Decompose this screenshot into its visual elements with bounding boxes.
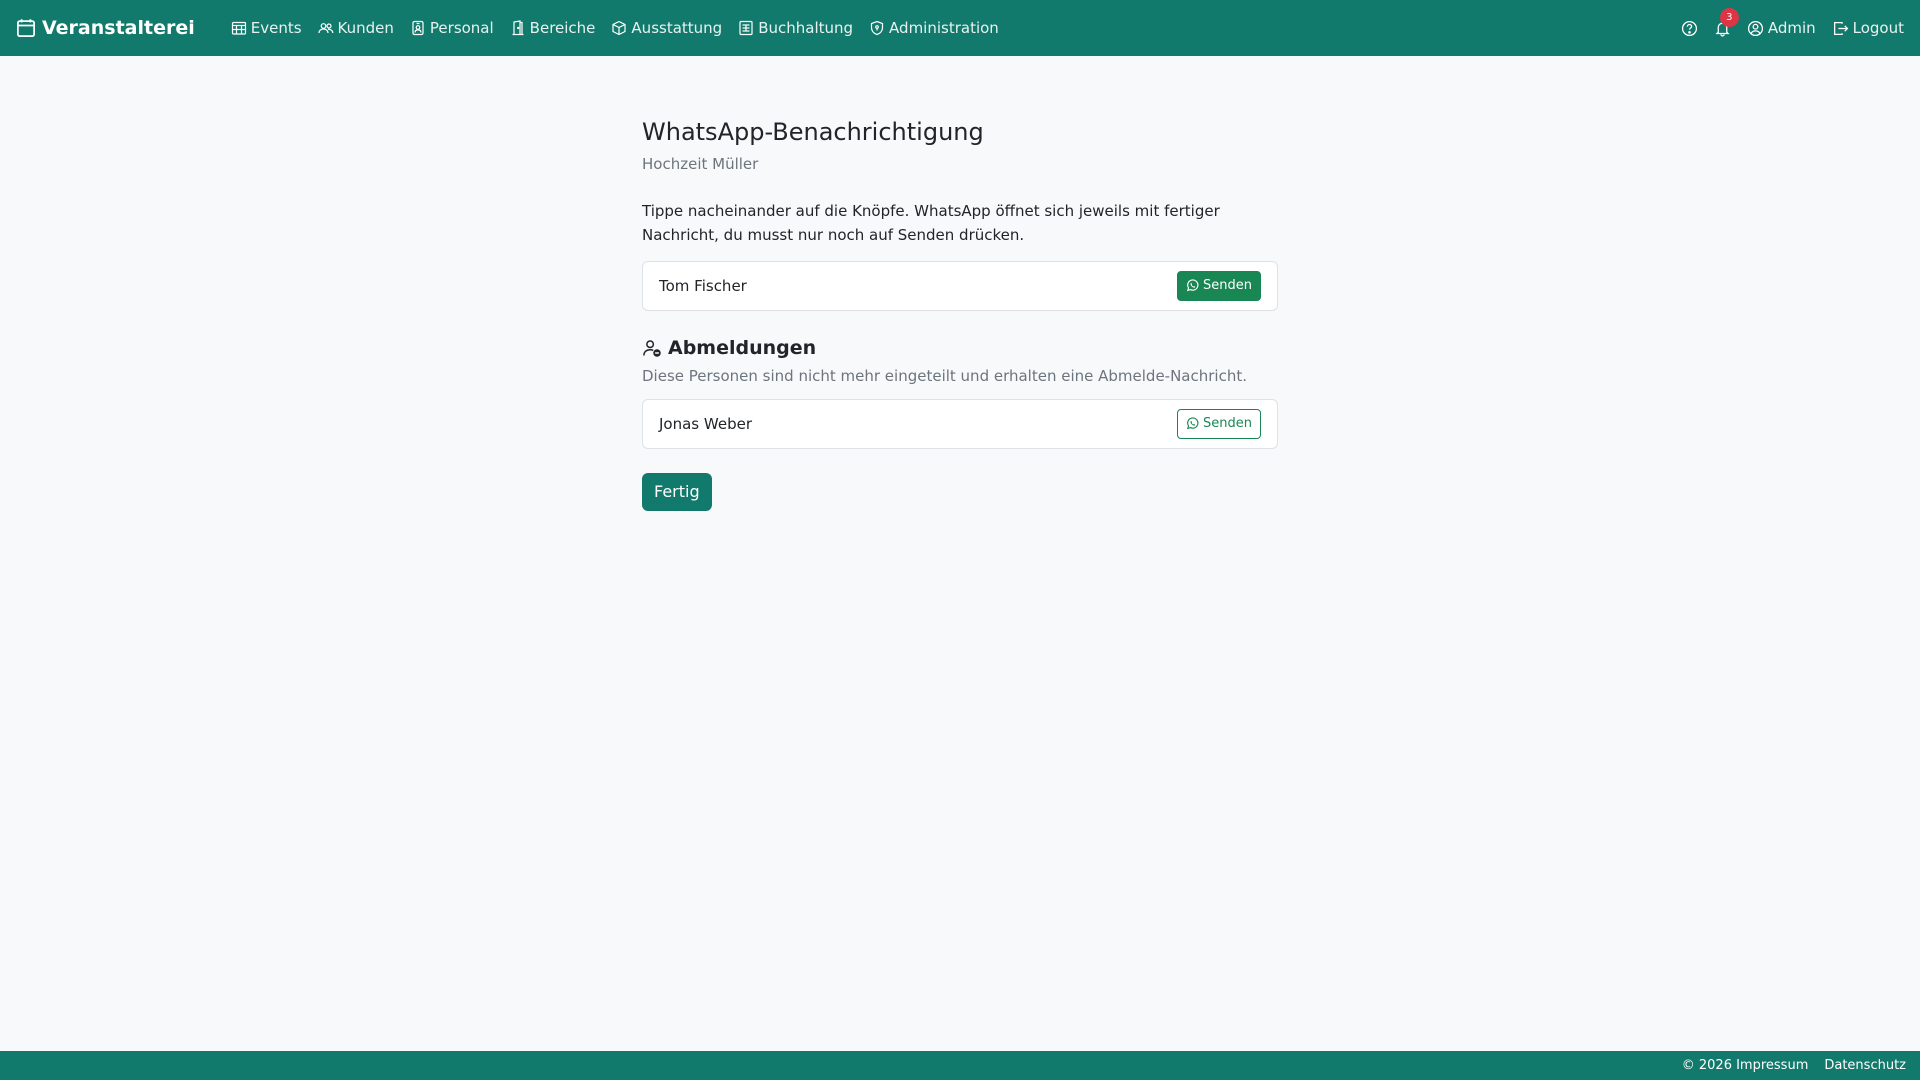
nav-bereiche[interactable]: Bereiche [510, 19, 596, 37]
nav-personal[interactable]: Personal [410, 19, 494, 37]
instructions-text: Tippe nacheinander auf die Knöpfe. Whats… [642, 201, 1220, 244]
people-icon [317, 20, 334, 36]
top-navbar: Veranstalterei Events Kunden Personal Be… [0, 0, 1920, 56]
help-icon[interactable] [1681, 20, 1698, 37]
logout-label: Logout [1852, 19, 1904, 37]
nav-ausstattung-label: Ausstattung [631, 19, 723, 37]
send-button-label: Senden [1203, 278, 1252, 294]
nav-personal-label: Personal [429, 19, 494, 37]
cancellation-row: Jonas Weber Senden [642, 398, 1278, 449]
send-whatsapp-button[interactable]: Senden [1177, 270, 1261, 301]
nav-events[interactable]: Events [231, 19, 302, 37]
nav-buchhaltung-label: Buchhaltung [758, 19, 854, 37]
nav-administration[interactable]: Administration [869, 19, 999, 37]
datenschutz-link[interactable]: Datenschutz [1824, 1058, 1906, 1073]
impressum-link[interactable]: © 2026 Impressum [1682, 1058, 1809, 1073]
cancellations-title: Abmeldungen [668, 336, 817, 359]
nav-buchhaltung[interactable]: Buchhaltung [738, 19, 853, 37]
box-icon [611, 20, 627, 36]
shield-icon [869, 20, 885, 36]
user-label: Admin [1767, 19, 1816, 37]
brand-link[interactable]: Veranstalterei [16, 17, 195, 39]
page-title: WhatsApp-Benachrichtigung [642, 118, 984, 146]
cancellations-heading: Abmeldungen [642, 337, 1278, 359]
main-nav: Events Kunden Personal Bereiche Ausstatt… [231, 19, 999, 37]
ledger-icon [738, 20, 754, 36]
footer: © 2026 Impressum Datenschutz [0, 1051, 1920, 1080]
logout-link[interactable]: Logout [1832, 19, 1904, 37]
send-cancellation-button[interactable]: Senden [1177, 408, 1261, 439]
door-icon [510, 20, 526, 36]
person-dash-icon [642, 338, 662, 358]
main-content: WhatsApp-Benachrichtigung Hochzeit Mülle… [642, 118, 1278, 511]
nav-kunden[interactable]: Kunden [317, 19, 394, 37]
event-name: Hochzeit Müller [642, 154, 759, 173]
whatsapp-icon [1186, 279, 1199, 292]
done-button[interactable]: Fertig [642, 472, 712, 511]
nav-bereiche-label: Bereiche [529, 19, 596, 37]
user-menu[interactable]: Admin [1747, 19, 1816, 37]
brand-name: Veranstalterei [42, 17, 195, 39]
nav-right: 3 Admin Logout [1681, 7, 1904, 37]
recipient-name: Tom Fischer [659, 276, 747, 295]
calendar-grid-icon [231, 20, 247, 36]
cancellation-name: Jonas Weber [659, 414, 752, 433]
recipient-row: Tom Fischer Senden [642, 260, 1278, 311]
calendar-icon [16, 18, 36, 38]
send-cancellation-label: Senden [1203, 416, 1252, 432]
nav-administration-label: Administration [889, 19, 999, 37]
nav-events-label: Events [250, 19, 302, 37]
logout-icon [1832, 20, 1849, 37]
cancellations-description: Diese Personen sind nicht mehr eingeteil… [642, 366, 1247, 385]
notifications-badge: 3 [1719, 7, 1739, 27]
person-badge-icon [410, 20, 426, 36]
notifications-button[interactable]: 3 [1714, 7, 1739, 37]
nav-kunden-label: Kunden [337, 19, 394, 37]
whatsapp-icon [1186, 417, 1199, 430]
nav-ausstattung[interactable]: Ausstattung [611, 19, 722, 37]
user-circle-icon [1747, 20, 1764, 37]
